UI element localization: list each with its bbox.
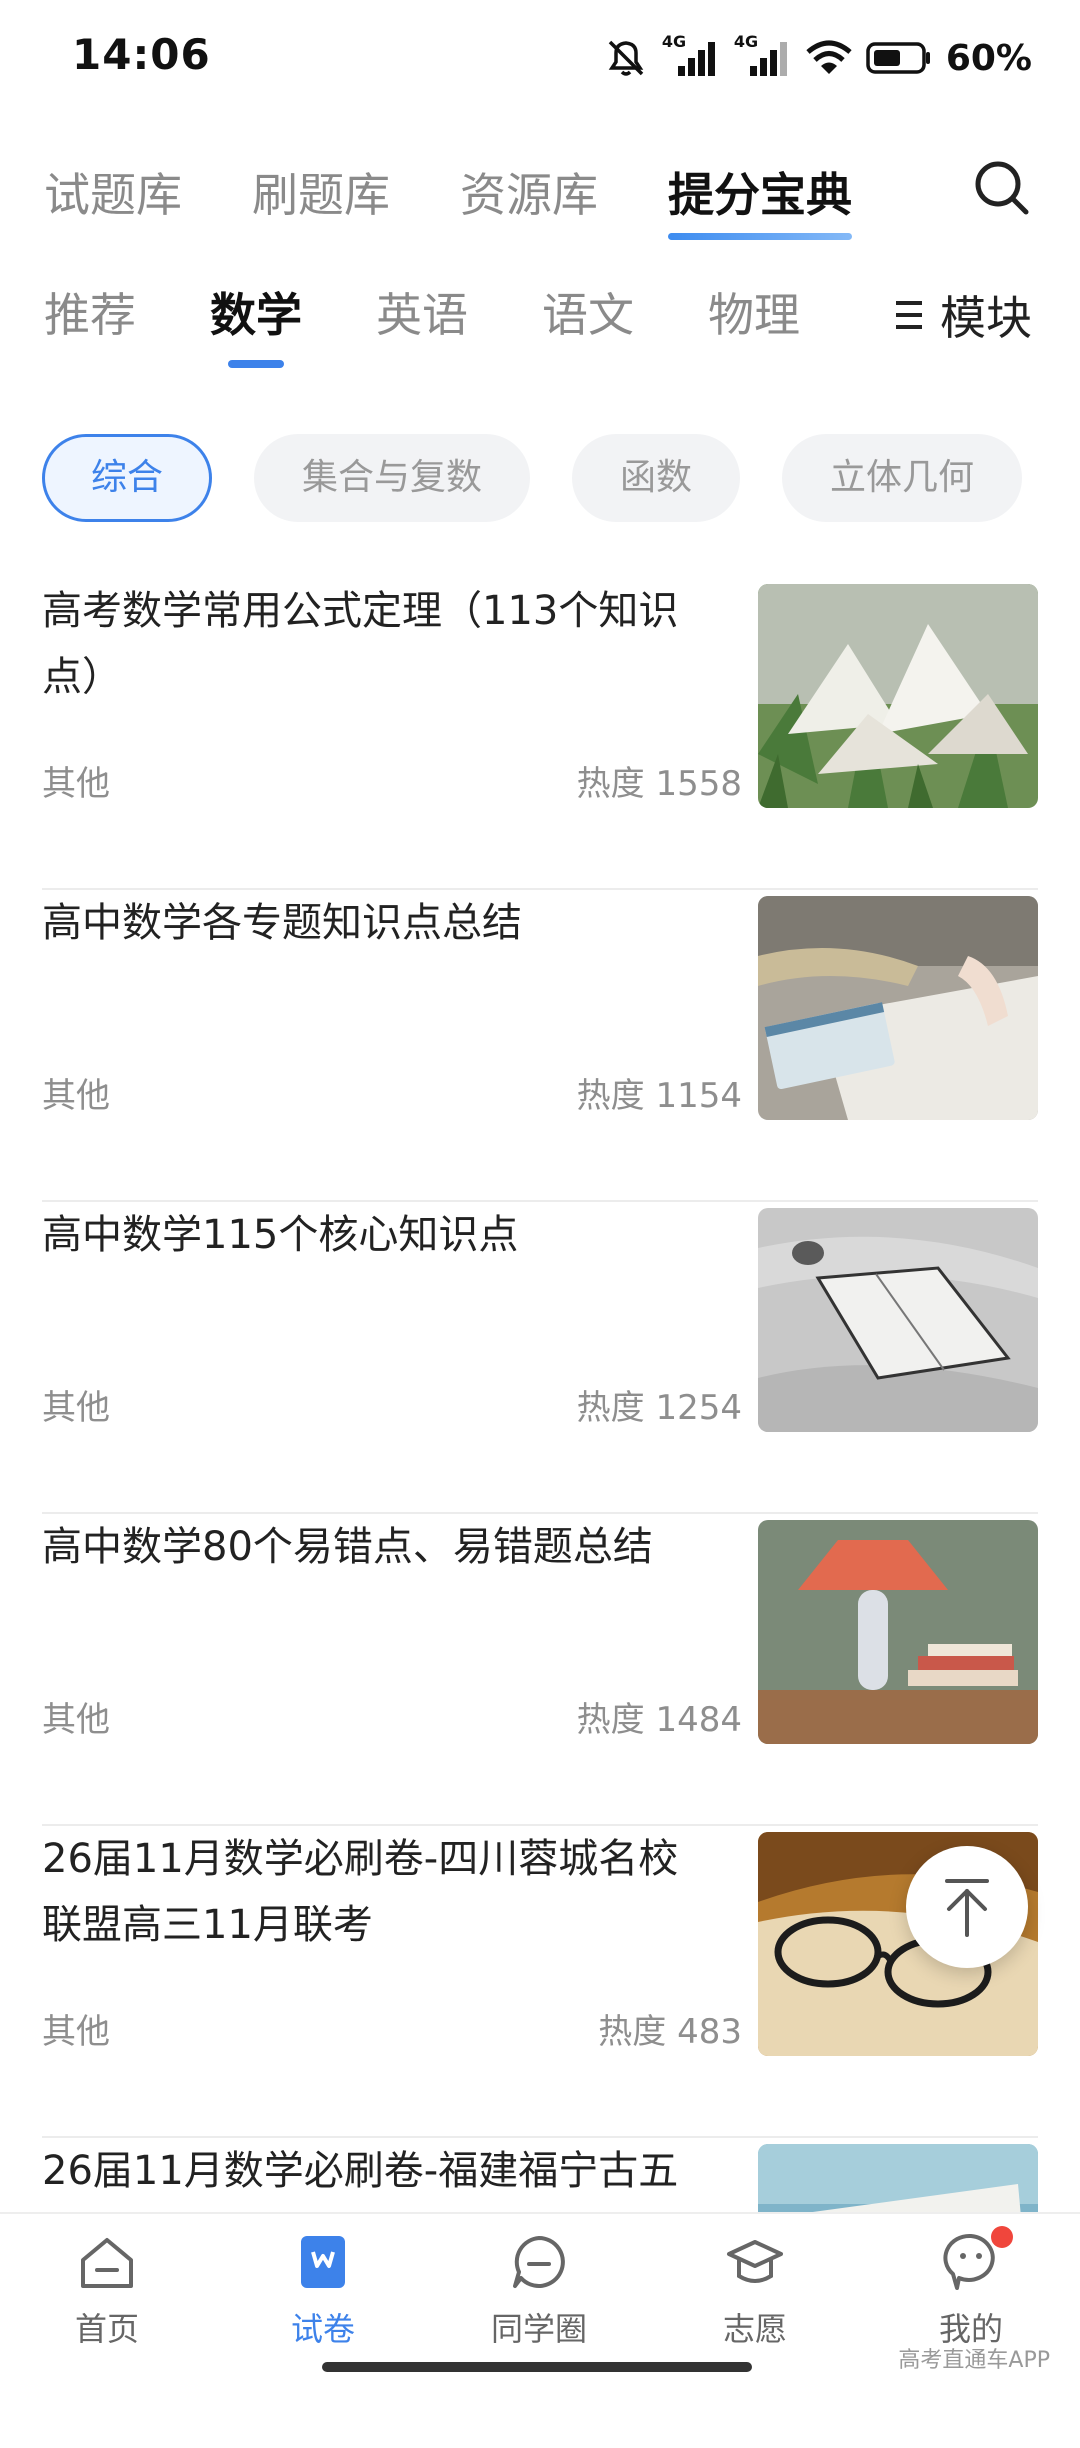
status-icons: 4G 4G 60% bbox=[604, 32, 1032, 82]
article-hot: 热度 1558 bbox=[576, 764, 742, 804]
menu-icon bbox=[896, 301, 922, 329]
article-list: 高考数学常用公式定理（113个知识点） 其他 热度 1558 高中数学各专题知识… bbox=[42, 578, 1038, 2448]
list-item[interactable]: 高中数学115个核心知识点 其他 热度 1254 bbox=[42, 1202, 1038, 1514]
article-tag: 其他 bbox=[42, 764, 110, 804]
nav-papers[interactable]: 试卷 bbox=[248, 2232, 398, 2350]
list-item[interactable]: 高考数学常用公式定理（113个知识点） 其他 热度 1558 bbox=[42, 578, 1038, 890]
article-title: 高中数学各专题知识点总结 bbox=[42, 900, 522, 946]
watermark: 高考直通车APP bbox=[898, 2348, 1050, 2373]
battery-level: 60% bbox=[945, 37, 1032, 79]
article-hot: 热度 1154 bbox=[576, 1076, 742, 1116]
nav-profile[interactable]: 我的 bbox=[896, 2226, 1046, 2350]
nav-home[interactable]: 首页 bbox=[32, 2232, 182, 2350]
article-thumbnail bbox=[758, 896, 1038, 1120]
article-thumbnail bbox=[758, 1520, 1038, 1744]
back-to-top-button[interactable] bbox=[906, 1846, 1028, 1968]
article-hot: 热度 1484 bbox=[576, 1700, 742, 1740]
tab-resource-bank[interactable]: 资源库 bbox=[460, 160, 598, 230]
nav-classmates[interactable]: 同学圈 bbox=[464, 2232, 614, 2350]
article-title: 高中数学80个易错点、易错题总结 bbox=[42, 1524, 653, 1570]
article-hot: 热度 1254 bbox=[576, 1388, 742, 1428]
subject-tab-chinese[interactable]: 语文 bbox=[542, 282, 634, 348]
signal-2-icon: 4G bbox=[734, 32, 792, 78]
battery-icon bbox=[866, 42, 930, 74]
search-icon bbox=[975, 161, 1029, 215]
article-title: 26届11月数学必刷卷-四川蓉城名校联盟高三11月联考 bbox=[42, 1836, 679, 1948]
article-tag: 其他 bbox=[42, 1076, 110, 1116]
nav-volunteer[interactable]: 志愿 bbox=[680, 2232, 830, 2350]
article-hot: 热度 483 bbox=[598, 2012, 742, 2052]
chip-comprehensive[interactable]: 综合 bbox=[42, 434, 213, 522]
subject-tab-recommend[interactable]: 推荐 bbox=[44, 282, 136, 348]
chip-solid-geometry[interactable]: 立体几何 bbox=[782, 434, 1023, 522]
status-time: 14:06 bbox=[72, 30, 211, 79]
nav-classmates-label: 同学圈 bbox=[490, 2310, 587, 2348]
article-title: 高中数学115个核心知识点 bbox=[42, 1212, 519, 1258]
nav-papers-label: 试卷 bbox=[290, 2310, 355, 2348]
chip-sets-complex[interactable]: 集合与复数 bbox=[254, 434, 531, 522]
list-item[interactable]: 高中数学80个易错点、易错题总结 其他 热度 1484 bbox=[42, 1514, 1038, 1826]
home-icon bbox=[81, 2238, 133, 2288]
module-button[interactable]: 模块 bbox=[894, 282, 1032, 348]
top-tabs: 试题库 刷题库 资源库 提分宝典 bbox=[44, 160, 852, 240]
mute-icon bbox=[608, 40, 644, 76]
list-item[interactable]: 高中数学各专题知识点总结 其他 热度 1154 bbox=[42, 890, 1038, 1202]
notification-badge bbox=[991, 2226, 1013, 2248]
status-bar: 14:06 4G 4G 60% bbox=[0, 0, 1080, 120]
graduation-cap-icon bbox=[727, 2240, 783, 2283]
list-item[interactable]: 26届11月数学必刷卷-四川蓉城名校联盟高三11月联考 其他 热度 483 bbox=[42, 1826, 1038, 2138]
article-thumbnail bbox=[758, 1208, 1038, 1432]
search-button[interactable] bbox=[970, 156, 1034, 220]
article-title: 26届11月数学必刷卷-福建福宁古五 bbox=[42, 2148, 679, 2194]
home-indicator[interactable] bbox=[322, 2362, 752, 2372]
wifi-icon bbox=[806, 40, 852, 74]
module-label: 模块 bbox=[940, 291, 1032, 345]
tab-score-guide[interactable]: 提分宝典 bbox=[668, 160, 852, 240]
chat-icon bbox=[513, 2236, 565, 2288]
article-tag: 其他 bbox=[42, 1700, 110, 1740]
topic-chips: 综合 集合与复数 函数 立体几何 bbox=[42, 434, 1023, 522]
article-thumbnail bbox=[758, 584, 1038, 808]
nav-home-label: 首页 bbox=[74, 2310, 139, 2348]
subject-tabs: 推荐 数学 英语 语文 物理 bbox=[44, 282, 800, 368]
subject-tab-english[interactable]: 英语 bbox=[376, 282, 468, 348]
tab-question-bank[interactable]: 试题库 bbox=[44, 160, 182, 230]
subject-tab-math[interactable]: 数学 bbox=[210, 282, 302, 368]
article-tag: 其他 bbox=[42, 1388, 110, 1428]
paper-icon bbox=[301, 2236, 345, 2288]
arrow-up-icon bbox=[945, 1879, 989, 1937]
signal-1-icon: 4G bbox=[662, 32, 720, 78]
chip-functions[interactable]: 函数 bbox=[572, 434, 741, 522]
article-title: 高考数学常用公式定理（113个知识点） bbox=[42, 588, 679, 700]
article-tag: 其他 bbox=[42, 2012, 110, 2052]
nav-volunteer-label: 志愿 bbox=[722, 2310, 787, 2348]
subject-tab-physics[interactable]: 物理 bbox=[708, 282, 800, 348]
tab-practice-bank[interactable]: 刷题库 bbox=[252, 160, 390, 230]
